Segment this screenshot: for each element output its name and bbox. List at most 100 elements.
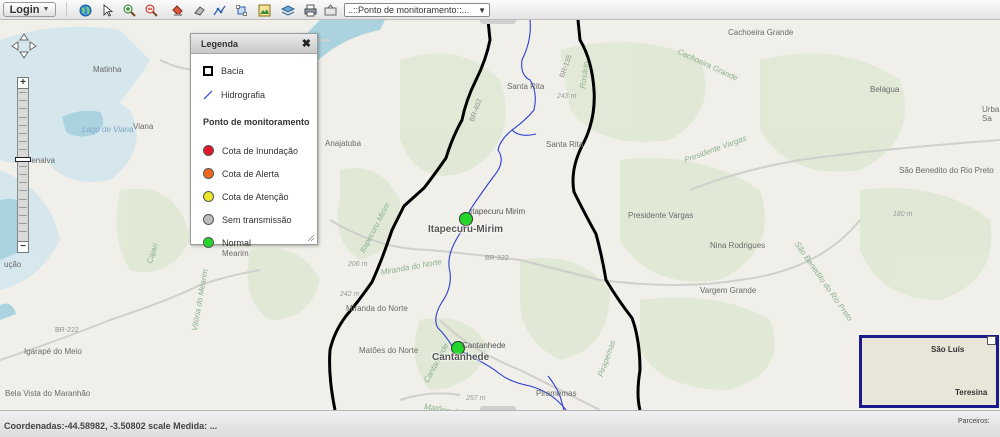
legend-item-label: Bacia bbox=[221, 66, 244, 76]
place-label: Miranda do Norte bbox=[346, 304, 408, 313]
elevation-label: 257 m bbox=[466, 395, 486, 402]
place-label: Mearim bbox=[222, 249, 249, 258]
place-label: Santa Rita bbox=[507, 82, 545, 91]
zoom-level-tick bbox=[19, 124, 27, 126]
legend-item-label: Cota de Alerta bbox=[222, 168, 280, 179]
zoom-level-tick bbox=[19, 190, 27, 192]
login-button[interactable]: Login ▼ bbox=[3, 2, 56, 17]
layers-icon[interactable] bbox=[281, 3, 295, 17]
login-label: Login bbox=[9, 3, 40, 16]
close-icon[interactable]: ✖ bbox=[302, 37, 311, 50]
status-circle-icon bbox=[203, 168, 214, 179]
zoom-level-tick bbox=[19, 141, 27, 143]
zoom-slider[interactable]: + − bbox=[15, 77, 31, 253]
status-circle-icon bbox=[203, 145, 214, 156]
place-label: Igarapé do Meio bbox=[24, 347, 82, 356]
place-label: Viana bbox=[133, 122, 154, 131]
image-icon[interactable] bbox=[257, 3, 271, 17]
zoom-level-tick bbox=[19, 149, 27, 151]
status-circle-icon bbox=[203, 237, 214, 248]
legend-item-label: Normal bbox=[222, 237, 252, 248]
zoom-level-tick bbox=[19, 108, 27, 110]
station-label-cantanhede: Cantanhede bbox=[432, 352, 490, 363]
river-line-icon bbox=[203, 90, 213, 100]
overview-map[interactable]: São Luís Teresina bbox=[859, 335, 999, 408]
measure-area-icon[interactable] bbox=[234, 3, 248, 17]
overview-label-teresina: Teresina bbox=[955, 388, 988, 397]
water-label: Lago de Viana bbox=[82, 125, 134, 134]
elevation-label: 180 m bbox=[893, 211, 913, 218]
zoom-level-tick bbox=[19, 182, 27, 184]
station-sublabel: Cantanhede bbox=[462, 341, 506, 350]
pointer-icon[interactable] bbox=[100, 3, 114, 17]
legend-item-label: Sem transmissão bbox=[222, 214, 292, 225]
place-label: Matinha bbox=[93, 65, 122, 74]
chevron-down-icon: ▼ bbox=[478, 5, 486, 15]
elevation-label: 242 m bbox=[340, 291, 360, 298]
road-label: BR-322 bbox=[485, 255, 509, 262]
zoom-level-tick bbox=[19, 206, 27, 208]
legend-title: Legenda bbox=[201, 38, 239, 49]
legend-item-station-status: Sem transmissão bbox=[203, 214, 292, 225]
zoom-out-icon[interactable] bbox=[144, 3, 158, 17]
pan-right-icon[interactable] bbox=[28, 41, 38, 51]
legend-header[interactable]: Legenda ✖ bbox=[191, 34, 317, 54]
place-label: Nina Rodrigues bbox=[710, 241, 766, 250]
paint-bucket-icon[interactable] bbox=[170, 3, 184, 17]
zoom-level-tick bbox=[19, 116, 27, 118]
resize-handle-icon[interactable] bbox=[307, 234, 315, 242]
pan-down-icon[interactable] bbox=[19, 50, 29, 60]
station-sublabel: Itapecuru Mirim bbox=[470, 207, 526, 216]
place-label: São Benedito do Rio Preto bbox=[899, 166, 994, 175]
legend-item-bacia: Bacia bbox=[203, 66, 244, 76]
status-circle-icon bbox=[203, 191, 214, 202]
place-label: ução bbox=[4, 260, 22, 269]
legend-item-label: Cota de Atenção bbox=[222, 191, 289, 202]
toolbar: Login ▼ ..::Ponto de monitoramento::... … bbox=[0, 0, 1000, 20]
overview-toggle-button[interactable] bbox=[987, 336, 996, 345]
legend-item-label: Hidrografia bbox=[221, 90, 266, 100]
place-label: Urba Sa bbox=[982, 105, 1000, 123]
status-bar: Coordenadas:-44.58982, -3.50802 scale Me… bbox=[0, 410, 1000, 437]
place-label: Anajatuba bbox=[325, 139, 362, 148]
place-label: Vargem Grande bbox=[700, 286, 757, 295]
monitoring-point-select-value: ..::Ponto de monitoramento::... bbox=[348, 5, 470, 15]
measure-line-icon[interactable] bbox=[212, 3, 226, 17]
zoom-out-button[interactable]: − bbox=[17, 241, 29, 253]
map-canvas[interactable]: Matinha Lago de Viana Viana Penalva Anaj… bbox=[0, 20, 1000, 410]
zoom-level-tick bbox=[19, 231, 27, 233]
place-label: Belágua bbox=[870, 85, 900, 94]
print-icon[interactable] bbox=[303, 3, 317, 17]
place-label: Bela Vista do Maranhão bbox=[5, 389, 91, 398]
zoom-level-tick bbox=[19, 100, 27, 102]
monitoring-point-select[interactable]: ..::Ponto de monitoramento::... ▼ bbox=[344, 3, 490, 17]
globe-icon[interactable] bbox=[78, 3, 92, 17]
elevation-label: 206 m bbox=[348, 261, 368, 268]
export-icon[interactable] bbox=[323, 3, 337, 17]
road-label: BR-222 bbox=[55, 327, 79, 334]
legend-item-hidrografia: Hidrografia bbox=[203, 90, 265, 100]
status-circle-icon bbox=[203, 214, 214, 225]
legend-item-station-status: Cota de Inundação bbox=[203, 145, 298, 156]
place-label: Matões do Norte bbox=[359, 346, 419, 355]
zoom-in-button[interactable]: + bbox=[17, 77, 29, 89]
place-label: Santa Rita bbox=[546, 140, 584, 149]
coordinates-readout: Coordenadas:-44.58982, -3.50802 scale Me… bbox=[4, 421, 218, 431]
legend-section-title: Ponto de monitoramento bbox=[203, 117, 310, 127]
zoom-level-tick bbox=[19, 133, 27, 134]
zoom-in-icon[interactable] bbox=[122, 3, 136, 17]
overview-label-sao-luis: São Luís bbox=[931, 345, 965, 354]
place-label: Piramemas bbox=[536, 389, 577, 398]
zoom-slider-handle[interactable] bbox=[15, 157, 31, 162]
zoom-level-tick bbox=[19, 223, 27, 225]
zoom-level-tick bbox=[19, 174, 27, 175]
zoom-level-tick bbox=[19, 165, 27, 167]
partners-label: Parceiros: bbox=[958, 418, 990, 425]
pan-control bbox=[10, 32, 38, 60]
zoom-level-tick bbox=[19, 215, 27, 216]
legend-panel: Legenda ✖ Bacia Hidrografia Ponto de mon… bbox=[190, 33, 318, 248]
eraser-icon[interactable] bbox=[192, 3, 206, 17]
chevron-down-icon: ▼ bbox=[42, 6, 50, 13]
place-label: Presidente Vargas bbox=[628, 211, 694, 220]
panel-splitter-top[interactable] bbox=[480, 20, 516, 24]
